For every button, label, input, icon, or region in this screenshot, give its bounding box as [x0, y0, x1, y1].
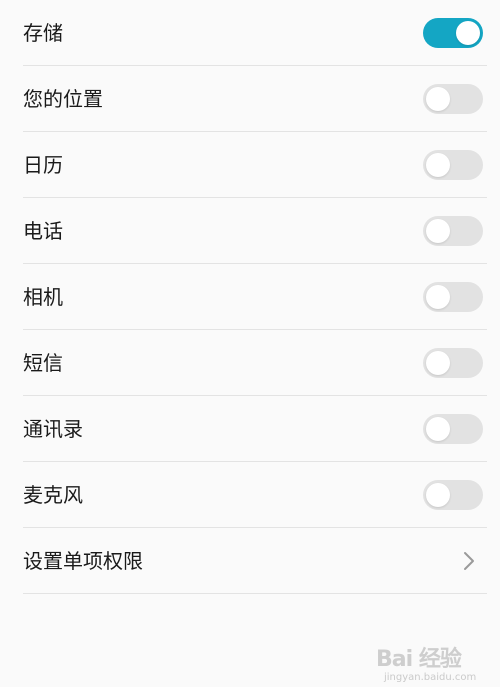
contacts-toggle[interactable] — [423, 413, 483, 444]
phone-toggle[interactable] — [423, 215, 483, 246]
permission-label: 电话 — [23, 218, 63, 243]
camera-toggle[interactable] — [423, 281, 483, 312]
permission-label: 您的位置 — [23, 86, 103, 111]
individual-permissions-row[interactable]: 设置单项权限 — [23, 528, 487, 594]
sms-toggle[interactable] — [423, 347, 483, 378]
chevron-right-icon — [464, 551, 474, 570]
baidu-jingyan-watermark: Bai 经验 jingyan.baidu.com — [374, 639, 494, 683]
permission-row-phone[interactable]: 电话 — [23, 198, 487, 264]
toggle-knob — [426, 152, 450, 177]
toggle-knob — [426, 86, 450, 111]
permission-row-storage[interactable]: 存储 — [23, 0, 487, 66]
permission-row-contacts[interactable]: 通讯录 — [23, 396, 487, 462]
permission-label: 存储 — [23, 20, 63, 45]
individual-permissions-label: 设置单项权限 — [23, 548, 143, 573]
toggle-knob — [456, 20, 480, 45]
permission-row-camera[interactable]: 相机 — [23, 264, 487, 330]
permission-row-calendar[interactable]: 日历 — [23, 132, 487, 198]
toggle-knob — [426, 482, 450, 507]
permission-row-sms[interactable]: 短信 — [23, 330, 487, 396]
permission-row-microphone[interactable]: 麦克风 — [23, 462, 487, 528]
watermark-logo-text: Bai 经验 — [376, 647, 462, 672]
permission-label: 短信 — [23, 350, 63, 375]
permission-label: 通讯录 — [23, 416, 83, 441]
toggle-knob — [426, 416, 450, 441]
permission-list: 存储 您的位置 日历 电话 相机 短信 通讯录 麦克风 设置单项权限 — [0, 0, 500, 594]
toggle-knob — [426, 284, 450, 309]
calendar-toggle[interactable] — [423, 149, 483, 180]
permission-label: 相机 — [23, 284, 63, 309]
permission-label: 麦克风 — [23, 482, 83, 507]
permission-label: 日历 — [23, 152, 63, 177]
storage-toggle[interactable] — [423, 17, 483, 48]
toggle-knob — [426, 350, 450, 375]
permission-row-location[interactable]: 您的位置 — [23, 66, 487, 132]
microphone-toggle[interactable] — [423, 479, 483, 510]
location-toggle[interactable] — [423, 83, 483, 114]
watermark-url: jingyan.baidu.com — [384, 672, 477, 683]
toggle-knob — [426, 218, 450, 243]
